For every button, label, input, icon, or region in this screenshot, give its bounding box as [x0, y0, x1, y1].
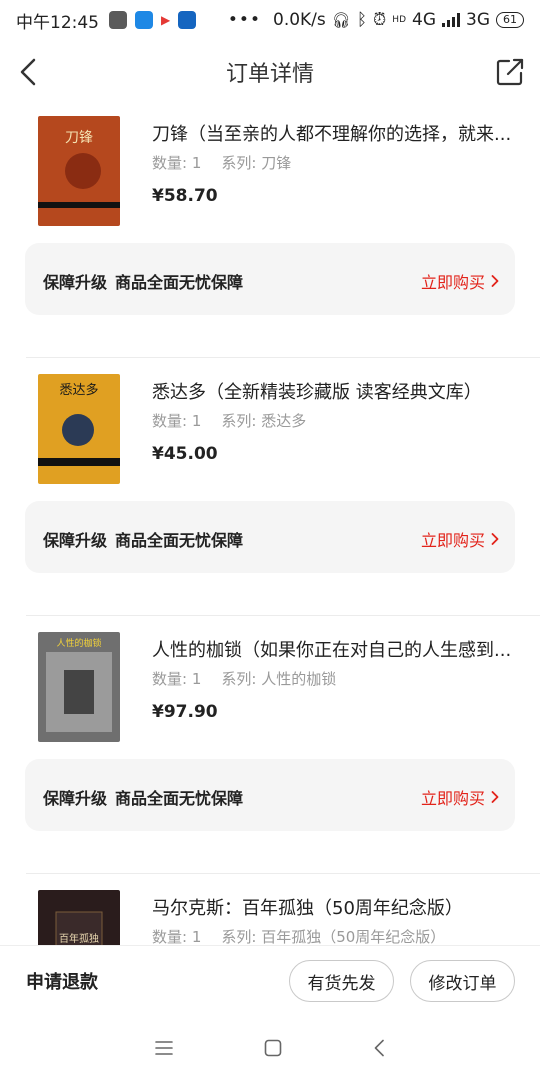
more-notifications-icon: •••	[227, 10, 261, 30]
buy-now-link[interactable]: 立即购买	[421, 269, 499, 293]
warranty-text: 保障升级 商品全面无忧保障	[43, 527, 243, 551]
svg-text:人性的枷锁: 人性的枷锁	[56, 637, 101, 649]
svg-text:刀锋: 刀锋	[65, 130, 93, 146]
status-bar: 中午12:45 ▶ ••• 0.0K/s 🎧︎ ᛒ ⏰︎ HD 4G 3G 61	[0, 0, 540, 40]
product-price: ¥58.70	[152, 186, 218, 206]
quantity-label: 数量: 1	[152, 412, 202, 430]
bottom-action-bar: 申请退款 有货先发 修改订单	[0, 945, 540, 1015]
svg-text:百年孤独: 百年孤独	[59, 932, 99, 945]
zhihu-app-icon	[178, 11, 197, 29]
book-cover-image: 人性的枷锁	[38, 632, 120, 742]
warranty-desc: 商品全面无忧保障	[115, 531, 244, 550]
product-meta: 数量: 1 系列: 刀锋	[152, 152, 291, 173]
ship-in-stock-first-button[interactable]: 有货先发	[289, 960, 394, 1002]
hd-icon: HD	[392, 15, 406, 25]
product-price: ¥97.90	[152, 702, 218, 722]
product-title[interactable]: 马尔克斯：百年孤独（50周年纪念版）	[152, 894, 512, 920]
home-icon	[264, 1039, 282, 1056]
chevron-right-icon	[491, 791, 499, 803]
buy-now-label: 立即购买	[420, 273, 485, 292]
modify-order-button[interactable]: 修改订单	[410, 960, 515, 1002]
quantity-label: 数量: 1	[152, 670, 202, 688]
series-label: 系列: 百年孤独（50周年纪念版）	[221, 928, 446, 945]
order-item: 悉达多 悉达多（全新精装珍藏版 读客经典文库） 数量: 1 系列: 悉达多 ¥4…	[0, 358, 540, 616]
order-item: 人性的枷锁 人性的枷锁（如果你正在对自己的人生感到... 数量: 1 系列: 人…	[0, 616, 540, 874]
warranty-card: 保障升级 商品全面无忧保障 立即购买	[25, 501, 515, 573]
network-speed: 0.0K/s	[273, 10, 326, 30]
header: 订单详情	[0, 44, 540, 100]
book-cover-image: 悉达多	[38, 374, 120, 484]
buy-now-label: 立即购买	[420, 531, 485, 550]
warranty-text: 保障升级 商品全面无忧保障	[43, 269, 243, 293]
bluetooth-icon: ᛒ	[356, 10, 368, 30]
page-title: 订单详情	[225, 62, 314, 87]
warranty-card: 保障升级 商品全面无忧保障 立即购买	[25, 243, 515, 315]
book-cover[interactable]: 刀锋	[38, 116, 120, 226]
share-button[interactable]	[494, 56, 526, 88]
share-icon	[496, 58, 524, 86]
system-back-button[interactable]	[373, 1039, 385, 1057]
warranty-label: 保障升级	[43, 273, 108, 292]
battery-icon: 61	[496, 12, 524, 28]
warranty-desc: 商品全面无忧保障	[115, 789, 244, 808]
product-price: ¥45.00	[152, 444, 218, 464]
refund-button[interactable]: 申请退款	[26, 968, 98, 994]
product-title[interactable]: 人性的枷锁（如果你正在对自己的人生感到...	[152, 636, 512, 662]
notification-icons: ▶	[109, 11, 197, 29]
play-app-icon: ▶	[161, 13, 171, 27]
home-button[interactable]	[264, 1039, 282, 1057]
system-nav-bar	[0, 1015, 540, 1080]
back-button[interactable]	[14, 56, 44, 88]
buy-now-label: 立即购买	[420, 789, 485, 808]
alarm-icon: ⏰︎	[373, 10, 387, 30]
product-meta: 数量: 1 系列: 人性的枷锁	[152, 668, 336, 689]
book-cover-image: 刀锋	[38, 116, 120, 226]
quantity-label: 数量: 1	[152, 154, 202, 172]
warranty-desc: 商品全面无忧保障	[115, 273, 244, 292]
chevron-right-icon	[491, 533, 499, 545]
menu-button[interactable]	[155, 1040, 174, 1055]
warranty-card: 保障升级 商品全面无忧保障 立即购买	[25, 759, 515, 831]
buy-now-link[interactable]: 立即购买	[421, 785, 499, 809]
alipay-app-icon	[135, 11, 153, 29]
svg-text:悉达多: 悉达多	[59, 382, 98, 398]
warranty-label: 保障升级	[43, 789, 108, 808]
order-item: 百年孤独 马尔克斯：百年孤独（50周年纪念版） 数量: 1 系列: 百年孤独（5…	[0, 874, 540, 945]
book-cover[interactable]: 人性的枷锁	[38, 632, 120, 742]
status-time: 中午12:45	[16, 12, 99, 33]
chevron-left-icon	[20, 58, 36, 86]
book-cover-image: 百年孤独	[38, 890, 120, 945]
product-meta: 数量: 1 系列: 悉达多	[152, 410, 306, 431]
network-type-1: 4G	[412, 10, 436, 30]
menu-icon	[155, 1040, 174, 1055]
order-item-list: 刀锋 刀锋（当至亲的人都不理解你的选择，就来... 数量: 1 系列: 刀锋 ¥…	[0, 100, 540, 945]
mail-app-icon	[109, 11, 127, 29]
series-label: 系列: 悉达多	[221, 412, 307, 430]
book-cover[interactable]: 悉达多	[38, 374, 120, 484]
product-title[interactable]: 悉达多（全新精装珍藏版 读客经典文库）	[152, 378, 512, 404]
buy-now-link[interactable]: 立即购买	[421, 527, 499, 551]
warranty-text: 保障升级 商品全面无忧保障	[43, 785, 243, 809]
series-label: 系列: 人性的枷锁	[221, 670, 337, 688]
product-meta: 数量: 1 系列: 百年孤独（50周年纪念版）	[152, 926, 445, 945]
order-item: 刀锋 刀锋（当至亲的人都不理解你的选择，就来... 数量: 1 系列: 刀锋 ¥…	[0, 100, 540, 358]
network-type-2: 3G	[466, 10, 490, 30]
quantity-label: 数量: 1	[152, 928, 202, 945]
series-label: 系列: 刀锋	[221, 154, 292, 172]
book-cover[interactable]: 百年孤独	[38, 890, 120, 945]
product-title[interactable]: 刀锋（当至亲的人都不理解你的选择，就来...	[152, 120, 512, 146]
warranty-label: 保障升级	[43, 531, 108, 550]
signal-icon	[442, 13, 460, 27]
chevron-right-icon	[491, 275, 499, 287]
headphones-icon: 🎧︎	[331, 11, 351, 29]
back-icon	[374, 1039, 384, 1056]
